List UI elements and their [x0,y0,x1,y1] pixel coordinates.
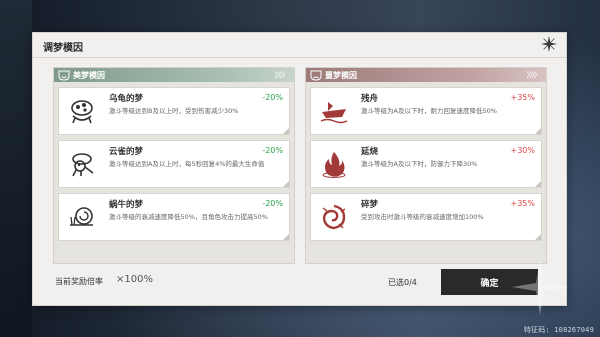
reward-multiplier-label: 当前奖励倍率 [55,277,103,286]
card-corner-decor [535,181,541,187]
gene-percent: +30% [510,146,535,155]
reward-multiplier-value: ×100% [116,274,153,285]
header-decor-icon: 〉〉〉〉 [274,71,289,79]
snail-icon [63,198,101,236]
good-dream-panel: 美梦模因 〉〉〉〉 乌龟的梦 -20% 激斗等级达到B及以上时，受到伤害减少30… [53,67,295,264]
good-panel-title: 美梦模因 [73,70,105,80]
bad-panel-title: 噩梦模因 [325,70,357,80]
flame-icon [315,145,353,183]
card-corner-decor [283,181,289,187]
title-divider [33,57,566,58]
shattered-swirl-icon [315,198,353,236]
gene-name: 碎梦 [361,200,379,210]
bad-panel-header: 噩梦模因 〉〉〉〉 [306,68,546,82]
bad-gene-card-shattered[interactable]: 碎梦 +35% 受到攻击时激斗等级的衰减速度增加100% [310,193,542,241]
smile-mask-icon [58,70,70,81]
card-corner-decor [283,234,289,240]
gene-percent: -20% [262,93,283,102]
header-decor-icon: 〉〉〉〉 [526,71,541,79]
selected-count: 已选0/4 [388,278,417,287]
left-background-strip [0,0,32,337]
gene-name: 延烧 [361,147,379,157]
gene-name: 残舟 [361,94,379,104]
gene-description: 激斗等级为A及以下时，防御力下降30% [361,160,478,168]
gene-percent: -20% [262,199,283,208]
gene-percent: +35% [510,199,535,208]
frown-mask-icon [310,70,322,81]
dialog-title: 调梦模因 [43,43,83,54]
gene-description: 激斗等级为A及以下时，耐力回复速度降低50% [361,107,497,115]
gene-description: 激斗等级的衰减速度降低50%，且角色攻击力提高50% [109,213,268,221]
card-corner-decor [535,234,541,240]
gene-name: 云雀的梦 [109,147,144,157]
gene-name: 蜗牛的梦 [109,200,144,210]
decor-star-icon [512,259,568,315]
bad-gene-card-flame[interactable]: 延烧 +30% 激斗等级为A及以下时，防御力下降30% [310,140,542,188]
good-panel-header: 美梦模因 〉〉〉〉 [54,68,294,82]
gene-percent: +35% [510,93,535,102]
wrecked-boat-icon [315,92,353,130]
gene-description: 激斗等级达到A及以上时，每5秒回复4%的最大生命值 [109,160,265,168]
gene-description: 激斗等级达到B及以上时，受到伤害减少30% [109,107,239,115]
gene-name: 乌龟的梦 [109,94,144,104]
good-gene-card-lark[interactable]: 云雀的梦 -20% 激斗等级达到A及以上时，每5秒回复4%的最大生命值 [58,140,290,188]
turtle-icon [63,92,101,130]
feature-code-watermark: 特征码: 108267049 [523,326,594,334]
good-gene-card-turtle[interactable]: 乌龟的梦 -20% 激斗等级达到B及以上时，受到伤害减少30% [58,87,290,135]
good-gene-card-snail[interactable]: 蜗牛的梦 -20% 激斗等级的衰减速度降低50%，且角色攻击力提高50% [58,193,290,241]
card-corner-decor [535,128,541,134]
card-corner-decor [283,128,289,134]
lark-icon [63,145,101,183]
close-icon[interactable] [540,35,558,53]
bad-gene-card-wrecked-boat[interactable]: 残舟 +35% 激斗等级为A及以下时，耐力回复速度降低50% [310,87,542,135]
nightmare-panel: 噩梦模因 〉〉〉〉 残舟 +35% 激斗等级为A及以下时，耐力回复速度降低50% [305,67,547,264]
gene-description: 受到攻击时激斗等级的衰减速度增加100% [361,213,484,221]
dream-meme-dialog: 调梦模因 美梦模因 〉〉〉〉 乌龟的梦 -20% 激斗等级达到B及以上时，受到伤… [32,32,567,306]
gene-percent: -20% [262,146,283,155]
